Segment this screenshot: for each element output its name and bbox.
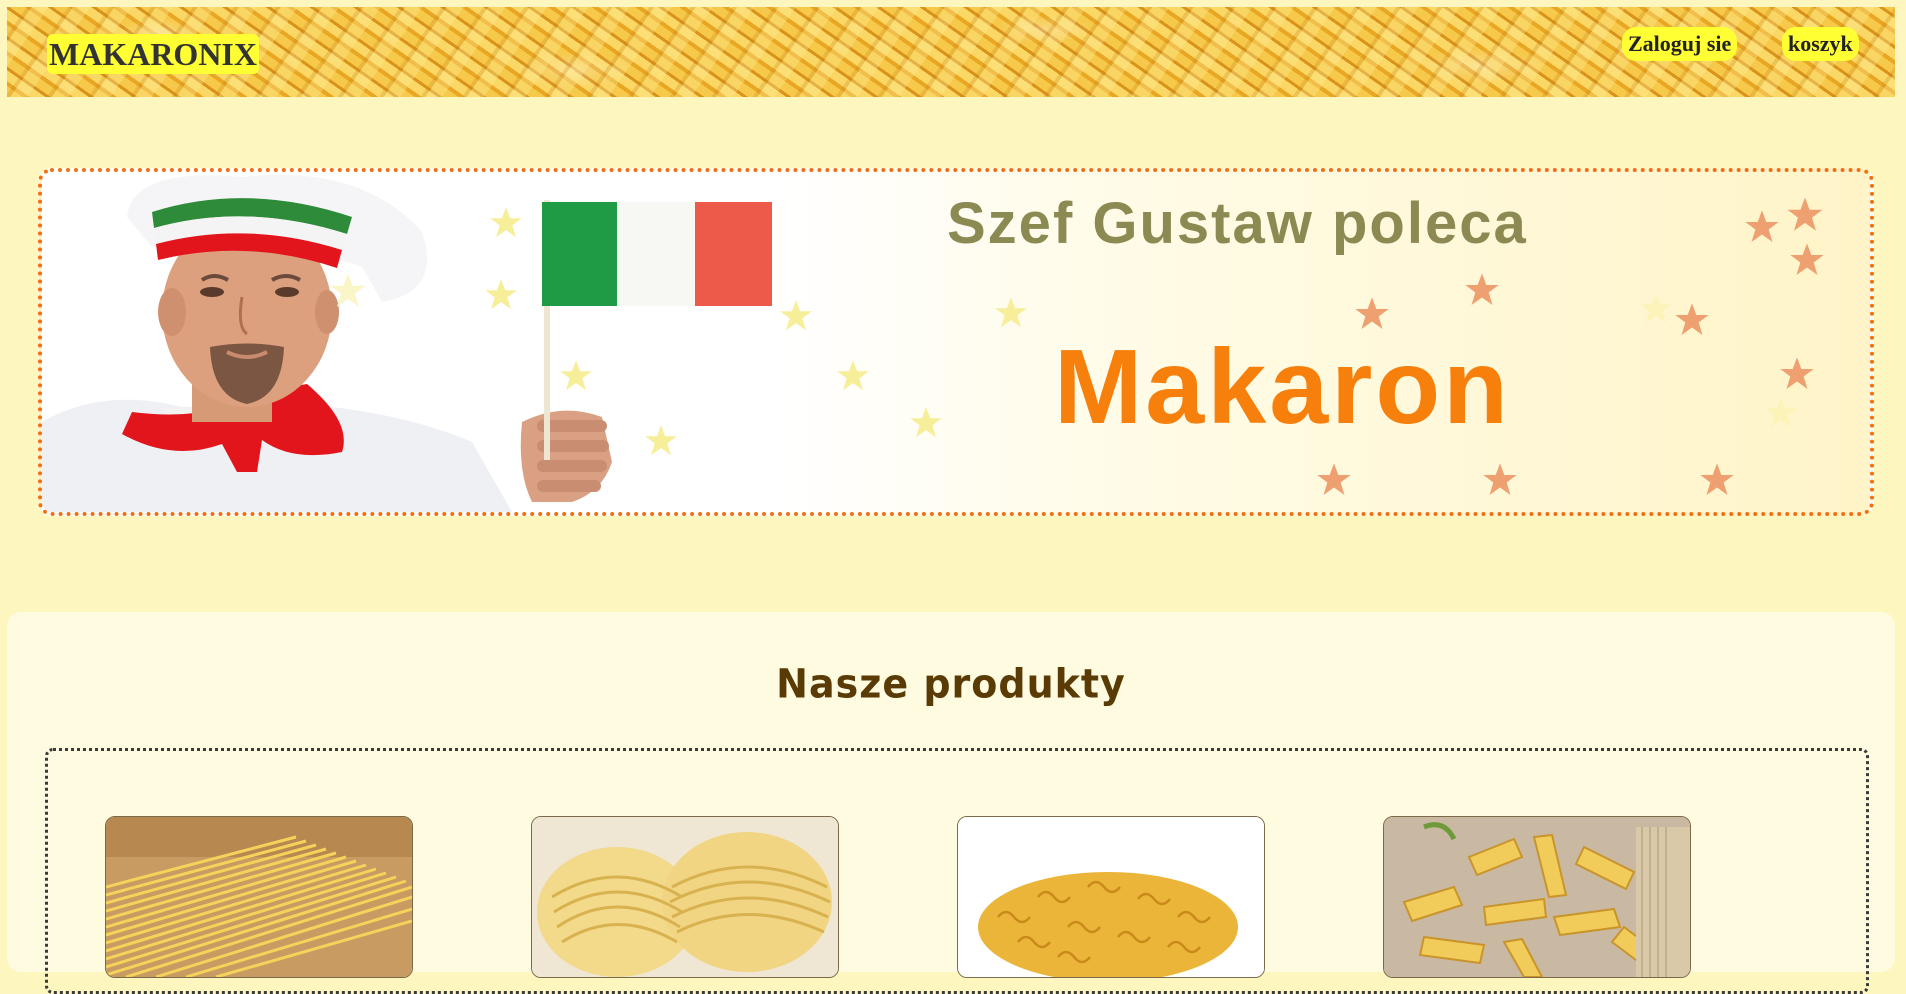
star-icon (1745, 210, 1779, 242)
star-icon (485, 279, 517, 310)
star-icon (910, 407, 942, 438)
star-icon (837, 360, 869, 391)
product-card-penne[interactable] (1383, 816, 1691, 978)
section-title: Nasze produkty (776, 660, 1126, 708)
promo-banner: Szef Gustaw poleca Makaron (38, 168, 1874, 516)
star-icon (1640, 293, 1672, 324)
star-icon (1465, 273, 1499, 305)
star-icon (1700, 463, 1734, 495)
banner-headline: Makaron (1054, 328, 1511, 446)
star-icon (1317, 463, 1351, 495)
product-card-tagliatelle[interactable] (531, 816, 839, 978)
star-icon (645, 425, 677, 456)
login-button[interactable]: Zaloguj sie (1622, 27, 1738, 61)
site-logo[interactable]: MAKARONIX (47, 34, 259, 74)
spaghetti-image (106, 817, 412, 977)
penne-image (1384, 817, 1690, 977)
star-icon (995, 297, 1027, 328)
star-icon (1790, 243, 1824, 275)
star-icon (560, 360, 592, 391)
banner-subtitle: Szef Gustaw poleca (947, 191, 1528, 256)
star-icon (1780, 357, 1814, 389)
product-card-spaghetti[interactable] (105, 816, 413, 978)
star-icon (1787, 197, 1823, 231)
star-icon (330, 273, 366, 307)
site-header: MAKARONIX Zaloguj sie koszyk (7, 7, 1895, 97)
italian-flag-icon (542, 202, 772, 306)
fusilli-image (958, 817, 1264, 977)
star-icon (1675, 303, 1709, 335)
product-card-fusilli[interactable] (957, 816, 1265, 978)
star-icon (490, 207, 522, 238)
cart-button[interactable]: koszyk (1782, 27, 1859, 61)
tagliatelle-image (532, 817, 838, 977)
star-icon (1765, 397, 1797, 428)
star-icon (780, 300, 812, 331)
star-icon (1483, 463, 1517, 495)
products-section: Nasze produkty (7, 612, 1895, 994)
